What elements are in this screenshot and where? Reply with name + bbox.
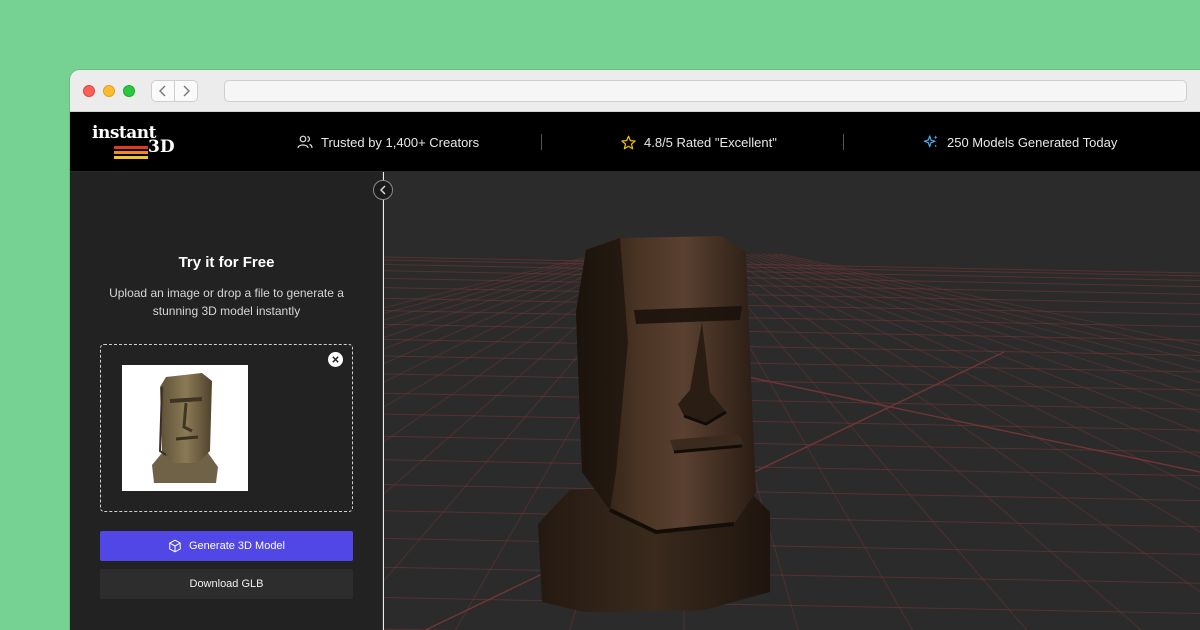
grid-line [384,459,1200,477]
site-header: instant 3D Trusted by 1,400+ Creators 4.… [70,112,1200,172]
uploaded-image-preview [122,365,248,491]
grid-line [713,253,1200,593]
cube-icon [169,539,181,553]
floor-grid [384,253,1200,630]
stat-models-generated: 250 Models Generated Today [923,112,1117,172]
close-icon [332,356,339,363]
close-window-button[interactable] [83,85,95,97]
users-icon [297,135,313,149]
header-divider [843,134,844,150]
stat-creators: Trusted by 1,400+ Creators [297,112,479,172]
stat-creators-text: Trusted by 1,400+ Creators [321,134,480,150]
chevron-right-icon [183,85,190,97]
browser-chrome [70,70,1200,112]
forward-button[interactable] [174,80,198,102]
generate-label: Generate 3D Model [189,540,285,552]
logo-stripe-orange [114,151,148,154]
browser-window: instant 3D Trusted by 1,400+ Creators 4.… [70,70,1200,630]
instant3d-logo[interactable]: instant 3D [92,124,176,160]
grid-line [384,597,1200,615]
upload-panel: Try it for Free Upload an image or drop … [70,172,383,630]
download-label: Download GLB [189,578,264,590]
grid-line [731,253,1200,458]
logo-stripe-red [114,146,148,149]
grid-line [384,413,1200,431]
panel-description: Upload an image or drop a file to genera… [109,286,344,318]
generate-3d-model-button[interactable]: Generate 3D Model [100,531,353,561]
star-icon [621,135,636,149]
grid-line [384,510,1200,528]
grid-line [707,253,1142,630]
moai-head-3d-model[interactable] [538,236,770,612]
3d-viewport[interactable] [384,172,1200,630]
logo-text: instant [92,123,156,143]
panel-title: Try it for Free [178,254,275,271]
sparkle-icon [923,135,938,148]
upload-dropzone[interactable] [100,344,353,512]
grid-line [719,253,1200,533]
maximize-window-button[interactable] [123,85,135,97]
moai-statue-image [152,373,218,483]
logo-3d-text: 3D [148,137,175,157]
header-divider [541,134,542,150]
chevron-left-icon [159,85,166,97]
logo-stripe-yellow [114,156,148,159]
stat-rating: 4.8/5 Rated "Excellent" [621,112,777,172]
viewport-scene [384,236,1200,630]
minimize-window-button[interactable] [103,85,115,97]
grid-line [725,253,1200,490]
download-glb-button[interactable]: Download GLB [100,569,353,599]
chevron-left-icon [380,185,386,195]
address-bar[interactable] [224,80,1187,102]
grid-line [384,484,1200,502]
collapse-panel-button[interactable] [373,180,393,200]
stat-models-text: 250 Models Generated Today [947,134,1118,150]
stat-rating-text: 4.8/5 Rated "Excellent" [644,134,777,150]
remove-image-button[interactable] [328,352,343,367]
grid-line [737,253,1200,433]
grid-line [384,392,1200,410]
back-button[interactable] [151,80,175,102]
